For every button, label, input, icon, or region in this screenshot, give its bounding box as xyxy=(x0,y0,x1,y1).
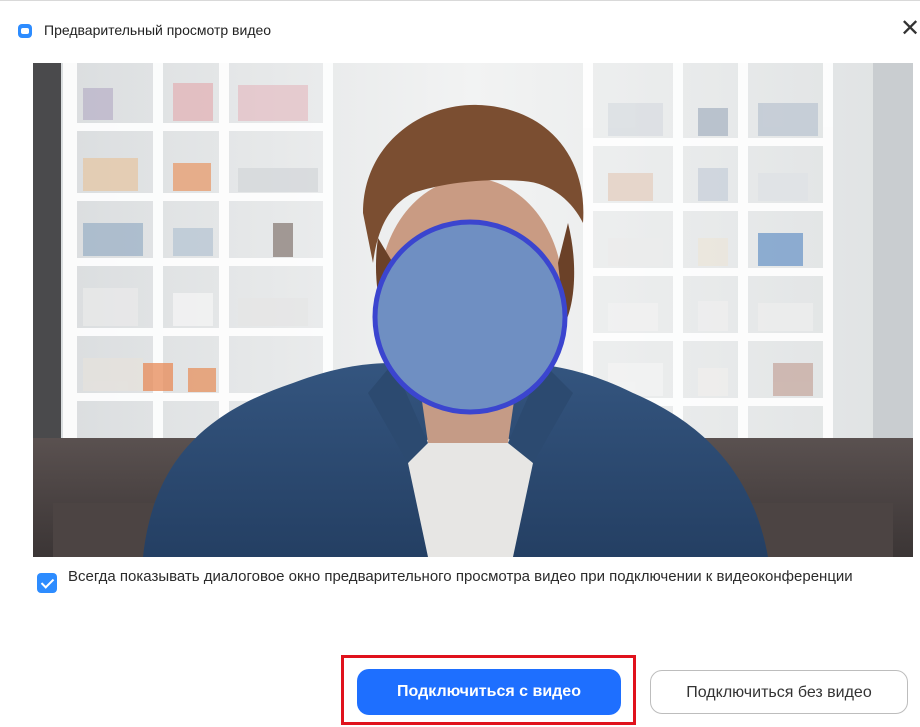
title-bar: Предварительный просмотр видео ✕ xyxy=(0,1,920,49)
join-with-video-button[interactable]: Подключиться с видео xyxy=(357,669,621,715)
face-blur-mask xyxy=(372,219,568,415)
video-preview-dialog: Предварительный просмотр видео ✕ Всегда … xyxy=(0,0,920,727)
always-show-preview-label: Всегда показывать диалоговое окно предва… xyxy=(68,568,853,585)
webcam-frame xyxy=(33,63,913,557)
close-icon[interactable]: ✕ xyxy=(900,15,920,43)
always-show-preview-checkbox[interactable] xyxy=(37,573,57,593)
dialog-title: Предварительный просмотр видео xyxy=(44,22,272,38)
join-without-video-button[interactable]: Подключиться без видео xyxy=(650,670,908,714)
zoom-camera-icon xyxy=(18,24,32,38)
video-preview xyxy=(33,63,913,557)
